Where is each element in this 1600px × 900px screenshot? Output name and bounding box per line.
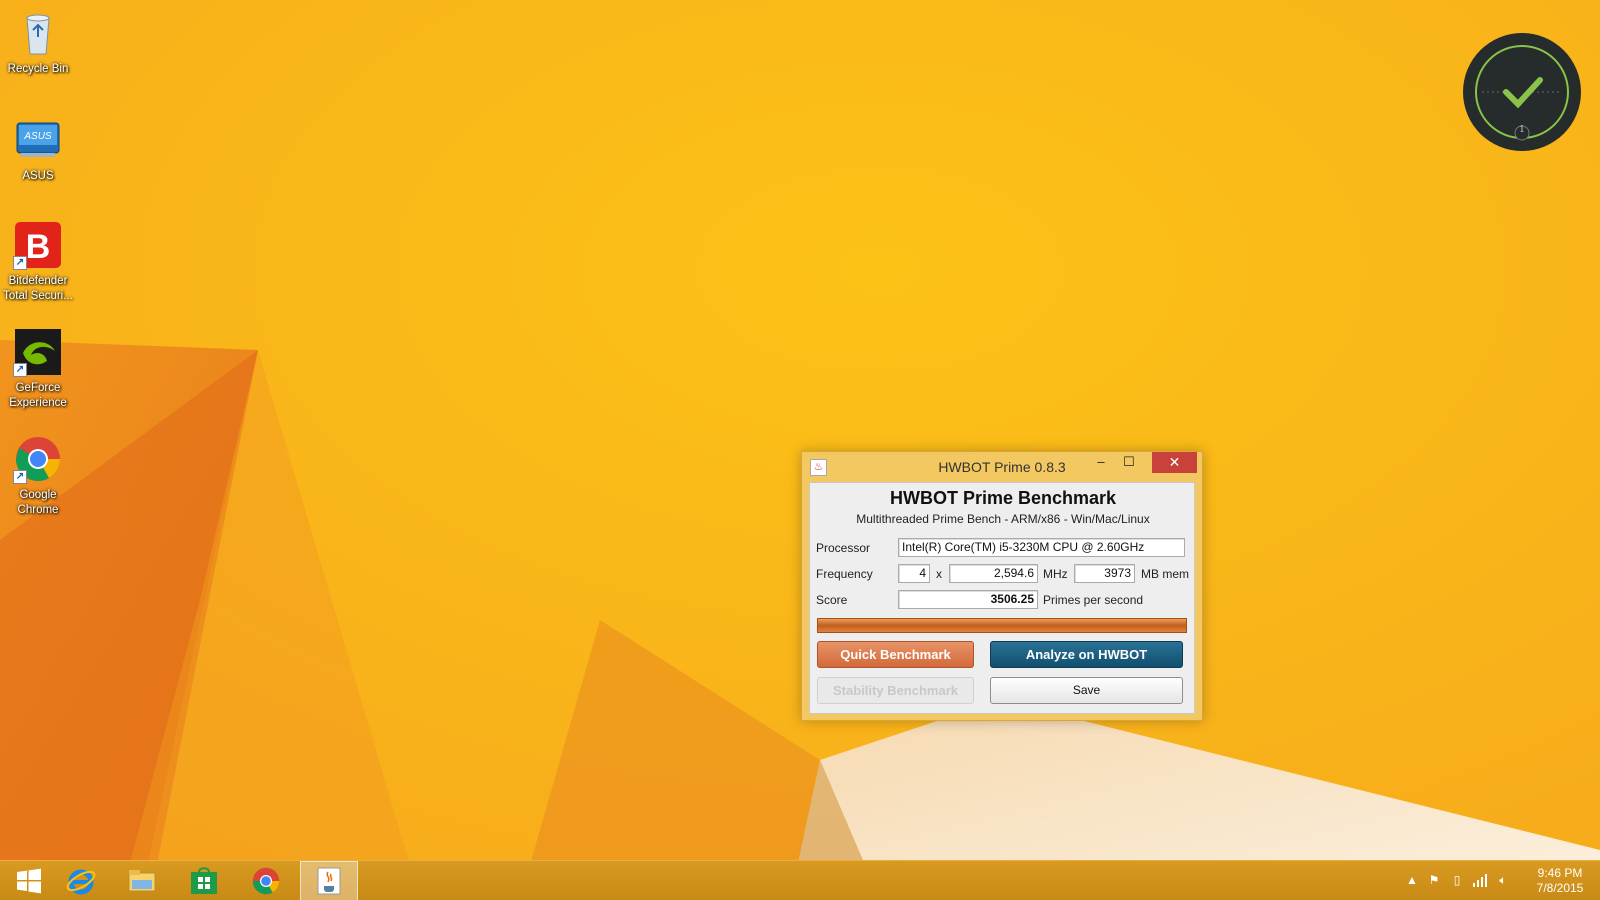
memory-field[interactable]: 3973 (1074, 564, 1135, 583)
file-explorer-icon (128, 870, 156, 892)
chrome-icon (252, 867, 280, 895)
start-button[interactable] (0, 861, 58, 900)
desktop-icon-google-chrome[interactable]: ↗ Google Chrome (0, 434, 76, 518)
desktop-icon-recycle-bin[interactable]: Recycle Bin (0, 8, 76, 77)
action-center-flag-icon[interactable]: ⚑ (1426, 872, 1442, 888)
clock-date: 7/8/2015 (1536, 881, 1584, 895)
taskbar (0, 860, 1600, 900)
gadget-badge: 1 (1519, 125, 1525, 135)
desktop-wallpaper (0, 0, 1600, 900)
power-icon[interactable]: ▯ (1449, 872, 1465, 888)
desktop-icon-asus[interactable]: ASUS ASUS (0, 115, 76, 184)
volume-icon[interactable]: 🔈︎ (1495, 872, 1511, 888)
save-button[interactable]: Save (990, 677, 1183, 704)
shortcut-arrow-icon: ↗ (13, 256, 27, 270)
app-heading: HWBOT Prime Benchmark (889, 488, 1117, 508)
window-titlebar[interactable]: ♨ HWBOT Prime 0.8.3 – ☐ ✕ (802, 452, 1202, 482)
taskbar-internet-explorer[interactable] (52, 861, 110, 900)
cores-field[interactable]: 4 (898, 564, 930, 583)
network-signal-icon[interactable] (1472, 872, 1488, 888)
recycle-bin-icon (13, 8, 63, 58)
geforce-icon: ↗ (13, 327, 63, 377)
mhz-field[interactable]: 2,594.6 (949, 564, 1038, 583)
taskbar-java-app[interactable] (300, 861, 358, 900)
score-unit-label: Primes per second (1043, 593, 1144, 607)
shortcut-arrow-icon: ↗ (13, 470, 27, 484)
taskbar-clock[interactable]: 9:46 PM 7/8/2015 (1524, 866, 1596, 896)
show-hidden-icons-icon[interactable]: ▲ (1404, 872, 1420, 888)
windows-start-icon (17, 868, 41, 894)
desktop-icon-bitdefender[interactable]: B ↗ Bitdefender Total Securi... (0, 220, 76, 304)
taskbar-windows-store[interactable] (175, 861, 233, 900)
status-gadget[interactable]: 1 (1462, 32, 1582, 152)
desktop-icon-label: Recycle Bin (7, 63, 69, 75)
mhz-unit-label: MHz (1043, 567, 1068, 581)
desktop-icon-label: GeForce Experience (9, 382, 67, 409)
windows-store-icon (191, 867, 217, 894)
stability-benchmark-button[interactable]: Stability Benchmark (817, 677, 974, 704)
score-label: Score (816, 593, 848, 607)
window-content: HWBOT Prime Benchmark Multithreaded Prim… (809, 482, 1195, 714)
memory-unit-label: MB mem (1141, 567, 1189, 581)
clock-time: 9:46 PM (1537, 866, 1583, 880)
hwbot-prime-window: ♨ HWBOT Prime 0.8.3 – ☐ ✕ HWBOT Prime Be… (801, 451, 1203, 721)
maximize-button[interactable]: ☐ (1115, 452, 1143, 473)
processor-field[interactable]: Intel(R) Core(TM) i5-3230M CPU @ 2.60GHz (898, 538, 1185, 557)
shortcut-arrow-icon: ↗ (13, 363, 27, 377)
frequency-label: Frequency (816, 567, 873, 581)
taskbar-file-explorer[interactable] (113, 861, 171, 900)
desktop-icon-geforce-experience[interactable]: ↗ GeForce Experience (0, 327, 76, 411)
processor-label: Processor (816, 541, 871, 555)
score-field[interactable]: 3506.25 (898, 590, 1038, 609)
desktop-icon-label: Google Chrome (17, 489, 59, 516)
svg-text:ASUS: ASUS (23, 131, 52, 142)
desktop-icon-label: Bitdefender Total Securi... (3, 275, 73, 302)
app-subheading: Multithreaded Prime Bench - ARM/x86 - Wi… (856, 512, 1150, 526)
taskbar-chrome[interactable] (237, 861, 295, 900)
asus-icon: ASUS (13, 115, 63, 165)
svg-text:B: B (26, 228, 51, 266)
benchmark-progress-bar (817, 618, 1187, 633)
java-icon (317, 867, 341, 895)
analyze-on-hwbot-button[interactable]: Analyze on HWBOT (990, 641, 1183, 668)
quick-benchmark-button[interactable]: Quick Benchmark (817, 641, 974, 668)
minimize-button[interactable]: – (1087, 452, 1115, 473)
times-label: x (936, 567, 942, 581)
bitdefender-icon: B ↗ (13, 220, 63, 270)
internet-explorer-icon (66, 869, 96, 895)
desktop-icon-label: ASUS (22, 170, 54, 182)
close-button[interactable]: ✕ (1152, 452, 1197, 473)
chrome-icon: ↗ (13, 434, 63, 484)
